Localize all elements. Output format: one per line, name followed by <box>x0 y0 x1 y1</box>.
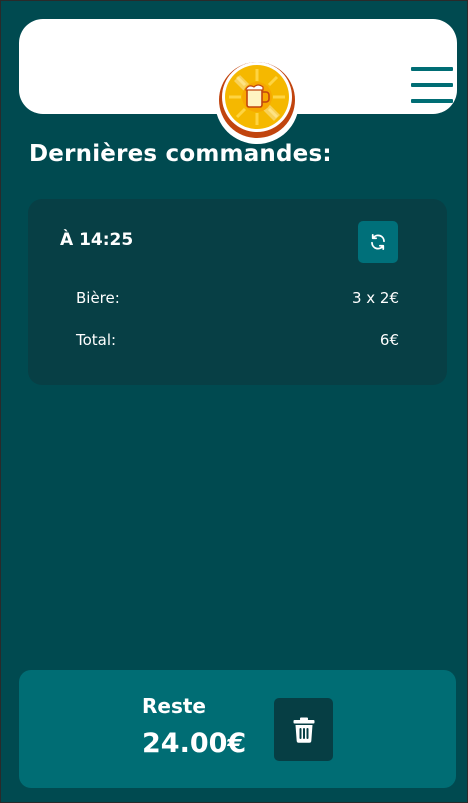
delete-button[interactable] <box>274 698 333 761</box>
menu-bar-bottom <box>411 99 453 103</box>
hamburger-menu-icon <box>411 67 453 71</box>
order-total-label: Total: <box>76 331 117 349</box>
menu-bar-middle <box>411 83 453 87</box>
balance-label: Reste <box>142 694 206 718</box>
orders-title: Dernières commandes: <box>29 141 332 167</box>
beer-coin-logo-icon <box>215 60 299 144</box>
order-line-label: Bière: <box>76 289 120 307</box>
order-total-line: Total: 6€ <box>76 331 399 349</box>
balance-amount: 24.00€ <box>142 728 247 759</box>
menu-button[interactable] <box>411 67 453 103</box>
order-total-value: 6€ <box>379 331 399 349</box>
order-card: À 14:25 Bière: 3 x 2€ Total: 6€ <box>28 199 447 385</box>
order-line-value: 3 x 2€ <box>351 289 399 307</box>
refresh-button[interactable] <box>358 221 398 263</box>
order-line-item: Bière: 3 x 2€ <box>76 289 399 307</box>
app-header <box>19 19 457 144</box>
beer-coin-logo <box>214 59 300 145</box>
refresh-icon <box>371 233 385 251</box>
trash-icon <box>293 717 314 743</box>
order-time: À 14:25 <box>60 230 134 250</box>
balance-bar: Reste 24.00€ <box>19 670 456 788</box>
